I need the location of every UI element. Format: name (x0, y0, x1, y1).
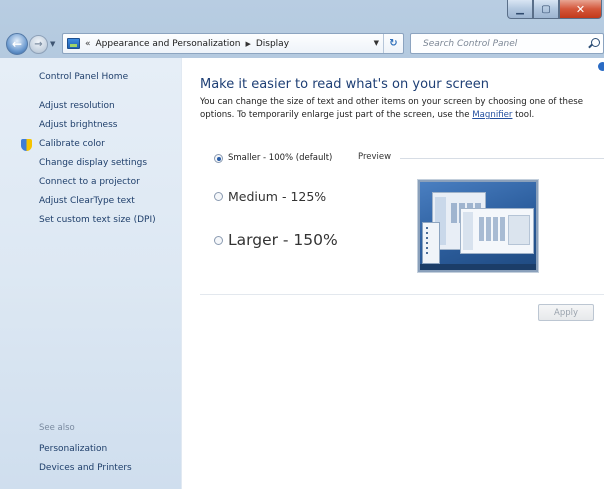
see-also-links: Personalization Devices and Printers (39, 442, 132, 480)
option-smaller[interactable]: Smaller - 100% (default) (214, 153, 332, 163)
description-tail: tool. (512, 110, 535, 120)
devices-printers-link[interactable]: Devices and Printers (39, 461, 132, 480)
see-also-heading: See also (39, 423, 75, 433)
address-bar[interactable]: « Appearance and Personalization ▶ Displ… (62, 33, 404, 54)
search-input[interactable]: Search Control Panel (410, 33, 604, 54)
connect-projector-link[interactable]: Connect to a projector (39, 175, 156, 194)
preview-taskbar (420, 264, 536, 270)
main-panel: Make it easier to read what's on your sc… (182, 58, 604, 489)
content-area: Control Panel Home Adjust resolution Adj… (0, 58, 604, 489)
personalization-link[interactable]: Personalization (39, 442, 132, 461)
task-links: Adjust resolution Adjust brightness Cali… (21, 99, 156, 232)
recent-pages-dropdown[interactable]: ▼ (50, 40, 55, 48)
help-icon[interactable] (598, 62, 604, 71)
radio-medium[interactable] (214, 192, 223, 201)
navigation-bar: ← → ▼ « Appearance and Personalization ▶… (0, 30, 604, 58)
option-medium-label: Medium - 125% (228, 189, 327, 204)
adjust-brightness-link[interactable]: Adjust brightness (39, 118, 156, 137)
section-divider (200, 294, 604, 295)
calibrate-color-link[interactable]: Calibrate color (39, 137, 156, 156)
preview-image (418, 180, 538, 272)
breadcrumb-appearance[interactable]: Appearance and Personalization (96, 39, 241, 49)
magnifier-link[interactable]: Magnifier (472, 110, 512, 120)
forward-button[interactable]: → (29, 35, 48, 54)
option-smaller-label: Smaller - 100% (default) (228, 153, 333, 163)
search-icon[interactable] (591, 38, 600, 47)
close-icon: ✕ (575, 2, 586, 16)
control-panel-home-link[interactable]: Control Panel Home (39, 70, 128, 89)
back-button[interactable]: ← (6, 33, 28, 55)
control-panel-icon (67, 38, 80, 49)
adjust-resolution-link[interactable]: Adjust resolution (39, 99, 156, 118)
close-button[interactable]: ✕ (559, 0, 602, 19)
maximize-button[interactable]: ▢ (533, 0, 559, 19)
shield-icon (21, 139, 32, 151)
preview-divider (400, 158, 604, 159)
back-arrow-icon: ← (11, 37, 23, 51)
preview-start-menu (422, 222, 440, 264)
minimize-icon: ▁ (516, 3, 524, 15)
preview-window-front (460, 208, 534, 254)
minimize-button[interactable]: ▁ (507, 0, 533, 19)
task-pane: Control Panel Home Adjust resolution Adj… (0, 58, 182, 489)
title-bar: ▁ ▢ ✕ (0, 0, 604, 30)
adjust-cleartype-link[interactable]: Adjust ClearType text (39, 194, 156, 213)
custom-text-size-link[interactable]: Set custom text size (DPI) (39, 213, 156, 232)
breadcrumb-display[interactable]: Display (256, 39, 289, 49)
caption-buttons: ▁ ▢ ✕ (507, 0, 602, 19)
page-description: You can change the size of text and othe… (200, 96, 604, 122)
apply-button[interactable]: Apply (538, 304, 594, 321)
option-larger-label: Larger - 150% (228, 231, 338, 249)
option-larger[interactable]: Larger - 150% (214, 231, 338, 249)
maximize-icon: ▢ (541, 3, 551, 15)
radio-smaller[interactable] (214, 153, 223, 163)
forward-arrow-icon: → (34, 39, 43, 50)
preview-label: Preview (358, 152, 392, 162)
change-display-settings-link[interactable]: Change display settings (39, 156, 156, 175)
control-panel-window: ▁ ▢ ✕ ← → ▼ « Appearance and Personaliza… (0, 0, 604, 489)
refresh-icon[interactable]: ↻ (383, 34, 403, 53)
page-title: Make it easier to read what's on your sc… (200, 77, 489, 92)
address-dropdown-icon[interactable]: ▼ (374, 39, 379, 47)
overflow-chevron[interactable]: « (85, 39, 91, 49)
option-medium[interactable]: Medium - 125% (214, 189, 326, 204)
breadcrumb-arrow-icon[interactable]: ▶ (245, 40, 250, 48)
radio-larger[interactable] (214, 235, 223, 245)
search-placeholder: Search Control Panel (423, 38, 518, 49)
